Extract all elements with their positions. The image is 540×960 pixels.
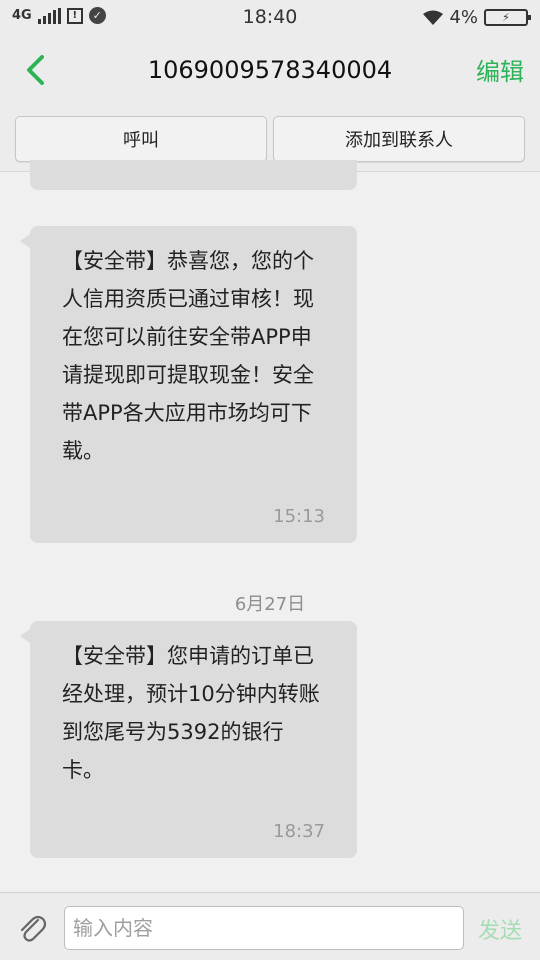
battery-percent: 4%	[449, 7, 478, 28]
message-bubble[interactable]: 【安全带】您申请的订单已经处理，预计10分钟内转账到您尾号为5392的银行卡。 …	[20, 621, 357, 858]
add-to-contacts-button[interactable]: 添加到联系人	[273, 116, 525, 162]
call-button[interactable]: 呼叫	[15, 116, 267, 162]
edit-button[interactable]: 编辑	[476, 52, 524, 87]
status-right: 4% ⚡	[423, 7, 531, 28]
message-text: 【安全带】您申请的订单已经处理，预计10分钟内转账到您尾号为5392的银行卡。	[62, 644, 320, 782]
paperclip-icon[interactable]	[16, 911, 48, 945]
message-bubble[interactable]: 【安全带】恭喜您，您的个人信用资质已通过审核！现在您可以前往安全带APP申请提现…	[20, 226, 357, 543]
previous-message-bubble[interactable]	[30, 160, 357, 190]
wifi-icon	[423, 10, 444, 25]
send-button[interactable]: 发送	[478, 913, 522, 945]
compose-bar: 发送	[0, 892, 540, 960]
conversation-header: 1069009578340004 编辑	[0, 36, 540, 104]
bubble-tail	[20, 234, 30, 248]
message-text: 【安全带】恭喜您，您的个人信用资质已通过审核！现在您可以前往安全带APP申请提现…	[62, 249, 314, 463]
message-input[interactable]	[64, 906, 464, 950]
page-title: 1069009578340004	[147, 56, 393, 84]
date-separator: 6月27日	[234, 594, 306, 615]
status-bar: 4G ! ✓ 18:40 4% ⚡	[0, 0, 540, 36]
battery-icon: ⚡	[484, 9, 531, 26]
message-time: 18:37	[273, 821, 325, 842]
message-time: 15:13	[273, 506, 325, 527]
bubble-tail	[20, 629, 30, 643]
